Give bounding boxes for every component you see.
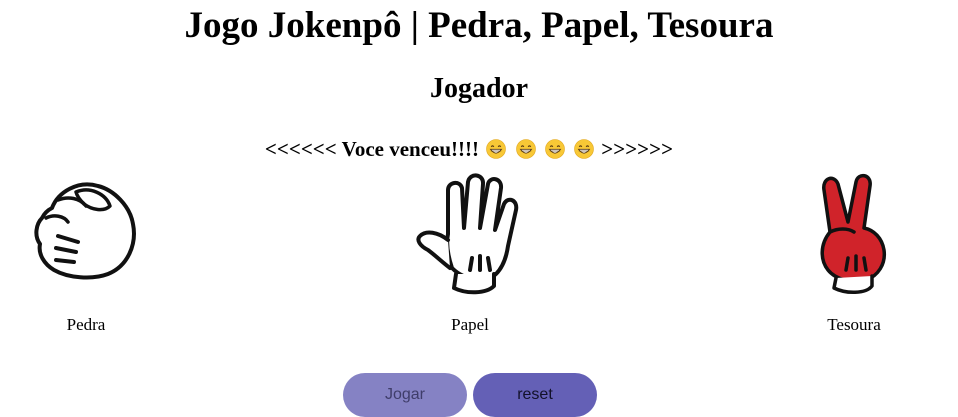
choice-label: Tesoura [827, 315, 881, 334]
choice-label: Pedra [66, 315, 106, 334]
grinning-face-icon [544, 139, 565, 159]
reset-button[interactable]: reset [473, 373, 597, 417]
open-hand-glove-icon[interactable] [390, 170, 550, 295]
play-button[interactable]: Jogar [343, 373, 467, 417]
grinning-face-icon [574, 139, 594, 159]
choice-label: Papel [451, 315, 489, 334]
result-suffix: >>>>>> [601, 137, 674, 161]
choice-papel[interactable]: Papel [390, 170, 550, 340]
fist-glove-icon[interactable] [6, 170, 166, 285]
player-heading: Jogador [430, 73, 528, 104]
emoji-group [484, 137, 601, 161]
result-prefix: <<<<<< Voce venceu!!!! [264, 137, 480, 161]
peace-sign-glove-icon[interactable] [774, 170, 934, 295]
grinning-face-icon [515, 139, 536, 159]
result-message: <<<<<< Voce venceu!!!! >>>>>> [0, 135, 938, 163]
choice-pedra[interactable]: Pedra [6, 170, 166, 340]
page-title: Jogo Jokenpô | Pedra, Papel, Tesoura [184, 5, 774, 46]
choice-tesoura[interactable]: Tesoura [774, 170, 934, 340]
grinning-face-icon [486, 139, 507, 159]
